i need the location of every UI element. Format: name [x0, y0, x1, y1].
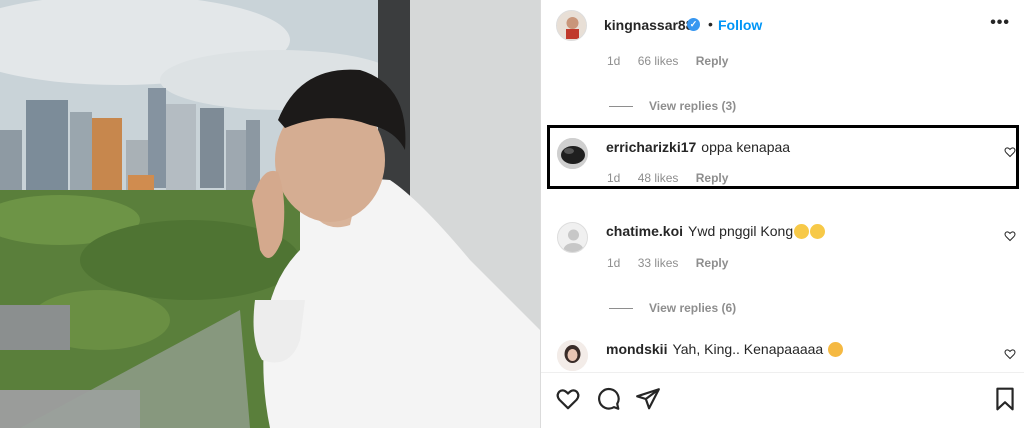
comment-body: Yah, King.. Kenapaaaaa	[672, 341, 824, 357]
reply-button[interactable]: Reply	[696, 171, 729, 185]
default-avatar-icon	[558, 223, 587, 252]
laughing-emoji-icon	[794, 223, 810, 239]
view-replies-button[interactable]: View replies (6)	[609, 301, 736, 315]
more-options-icon[interactable]: •••	[990, 14, 1010, 32]
commenter-avatar[interactable]	[557, 138, 588, 169]
heart-icon[interactable]	[1004, 146, 1016, 158]
comment-likes[interactable]: 33 likes	[638, 256, 679, 270]
reply-button[interactable]: Reply	[696, 54, 729, 68]
heart-icon[interactable]	[1004, 348, 1016, 360]
sad-emoji-icon	[828, 341, 844, 357]
heart-icon[interactable]	[1004, 230, 1016, 242]
commenter-avatar[interactable]	[557, 340, 588, 371]
comment-meta: 1d 66 likes Reply	[607, 54, 742, 68]
comment-username[interactable]: mondskii	[606, 341, 667, 357]
follow-button[interactable]: Follow	[718, 17, 762, 33]
post-photo	[0, 0, 540, 428]
commenter-avatar-image	[557, 340, 588, 371]
author-username[interactable]: kingnassar88	[604, 17, 694, 33]
reply-button[interactable]: Reply	[696, 256, 729, 270]
comment-text: mondskii Yah, King.. Kenapaaaaa	[606, 341, 844, 358]
bookmark-icon[interactable]	[992, 386, 1018, 412]
verified-badge-icon: ✓	[687, 18, 700, 31]
comment-likes[interactable]: 48 likes	[638, 171, 679, 185]
comment-body: Ywd pnggil Kong	[688, 223, 794, 239]
separator-dot: •	[708, 16, 713, 32]
comment-username[interactable]: erricharizki17	[606, 139, 696, 155]
action-bar	[541, 372, 1024, 429]
commenter-avatar-image	[557, 138, 588, 169]
author-avatar[interactable]	[556, 10, 587, 41]
comment-likes[interactable]: 66 likes	[638, 54, 679, 68]
comment-time: 1d	[607, 54, 621, 68]
comment-time: 1d	[607, 256, 621, 270]
laughing-emoji-icon	[810, 223, 826, 239]
share-icon[interactable]	[635, 386, 661, 412]
post-side-panel: kingnassar88 ✓ • Follow ••• 1d 66 likes …	[540, 0, 1024, 429]
comment-body: oppa kenapaa	[701, 139, 791, 155]
comment-meta: 1d 33 likes Reply	[607, 256, 742, 270]
like-heart-icon[interactable]	[555, 386, 581, 412]
comments-list[interactable]: 1d 66 likes Reply View replies (3) erric…	[541, 50, 1024, 372]
view-replies-button[interactable]: View replies (3)	[609, 99, 736, 113]
city-view-photo	[0, 0, 540, 428]
commenter-avatar[interactable]	[557, 222, 588, 253]
comment-text: chatime.koi Ywd pnggil Kong	[606, 223, 826, 240]
post-header: kingnassar88 ✓ • Follow •••	[541, 0, 1024, 50]
author-avatar-image	[557, 11, 586, 40]
comment-meta: 1d 48 likes Reply	[607, 171, 742, 185]
comment-text: erricharizki17 oppa kenapaa	[606, 139, 790, 155]
comment-username[interactable]: chatime.koi	[606, 223, 683, 239]
comment-icon[interactable]	[595, 386, 621, 412]
comment-time: 1d	[607, 171, 621, 185]
